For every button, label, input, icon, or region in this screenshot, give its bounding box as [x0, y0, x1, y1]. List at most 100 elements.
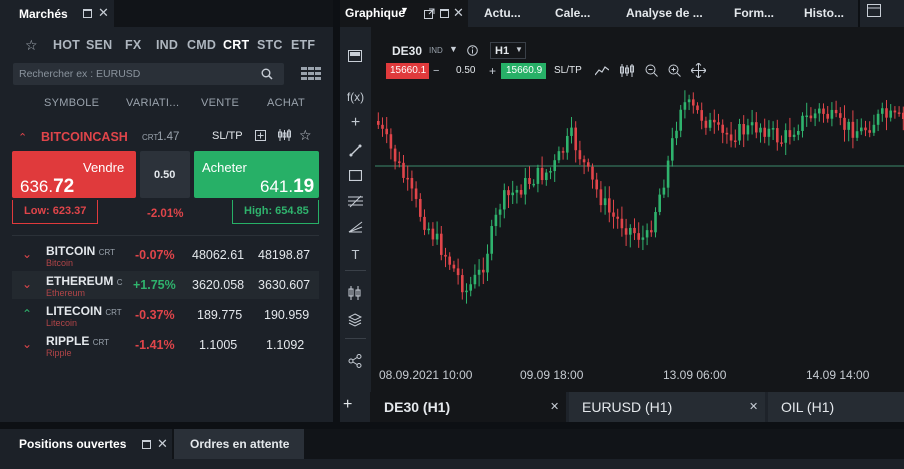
- candle: [645, 230, 649, 238]
- window-icon[interactable]: [440, 9, 449, 18]
- candle: [511, 192, 514, 196]
- candle: [389, 134, 393, 149]
- candle: [595, 179, 598, 190]
- fan-icon[interactable]: [348, 220, 363, 233]
- grid-view-icon[interactable]: [301, 67, 321, 81]
- row-buy[interactable]: 1.1092: [266, 338, 304, 352]
- column-buy[interactable]: ACHAT: [267, 97, 305, 109]
- close-icon[interactable]: ✕: [157, 437, 168, 450]
- row-sell[interactable]: 3620.058: [192, 278, 244, 292]
- favorite-star-icon[interactable]: ☆: [299, 127, 312, 144]
- candles-icon[interactable]: [278, 129, 291, 141]
- layers-icon[interactable]: [348, 313, 362, 327]
- popout-icon[interactable]: [424, 8, 435, 19]
- row-tag: CRT: [105, 308, 122, 317]
- category-stc[interactable]: STC: [257, 38, 283, 52]
- chart-tab-eurusd[interactable]: EURUSD (H1) ✕: [569, 392, 765, 422]
- buy-button[interactable]: Acheter 641.19: [194, 151, 319, 198]
- candles-icon[interactable]: [348, 286, 362, 300]
- tab-open-positions[interactable]: Positions ouvertes ✕: [0, 429, 172, 459]
- chart-tab-active[interactable]: Graphique ▼ ✕: [340, 0, 468, 27]
- category-sen[interactable]: SEN: [86, 38, 112, 52]
- row-buy[interactable]: 190.959: [264, 308, 309, 322]
- close-icon[interactable]: ✕: [550, 401, 559, 414]
- candle: [818, 108, 821, 114]
- candle: [553, 160, 556, 172]
- tab-history[interactable]: Histo...: [804, 6, 844, 20]
- list-item[interactable]: ⌄ ETHEREUM C Ethereum +1.75% 3620.058 36…: [12, 271, 319, 299]
- candle: [545, 172, 548, 181]
- chart-tab-de30[interactable]: DE30 (H1) ✕: [370, 392, 566, 422]
- collapse-chevron-icon[interactable]: ⌃: [18, 131, 27, 144]
- tab-calendar[interactable]: Cale...: [555, 6, 590, 20]
- row-sell[interactable]: 48062.61: [192, 248, 244, 262]
- panel-icon[interactable]: [348, 50, 362, 62]
- toolbar-divider: [345, 338, 366, 339]
- tab-pending-orders[interactable]: Ordres en attente: [174, 429, 304, 459]
- candlestick-chart[interactable]: [375, 41, 904, 362]
- tab-formation[interactable]: Form...: [734, 6, 774, 20]
- sell-button[interactable]: Vendre 636.72: [12, 151, 136, 198]
- candle: [855, 131, 859, 138]
- row-sell[interactable]: 1.1005: [199, 338, 237, 352]
- chart-tab-oil[interactable]: OIL (H1): [768, 392, 904, 422]
- layout-icon[interactable]: [867, 4, 881, 17]
- candle: [616, 216, 619, 219]
- search-input[interactable]: [19, 63, 259, 85]
- add-chart-icon[interactable]: +: [343, 396, 352, 414]
- category-cmd[interactable]: CMD: [187, 38, 216, 52]
- candle: [813, 113, 817, 119]
- text-tool-icon[interactable]: T: [340, 247, 371, 262]
- column-symbol[interactable]: SYMBOLE: [44, 97, 99, 109]
- high-box: High: 654.85: [232, 200, 319, 224]
- row-sub: Litecoin: [46, 318, 78, 328]
- fx-icon[interactable]: f(x): [340, 90, 371, 104]
- candle: [528, 178, 531, 184]
- star-icon[interactable]: ☆: [25, 37, 38, 54]
- list-item[interactable]: ⌄ BITCOIN CRT Bitcoin -0.07% 48062.61 48…: [12, 241, 319, 269]
- window-icon[interactable]: [83, 9, 92, 18]
- tab-news[interactable]: Actu...: [484, 6, 521, 20]
- category-crt[interactable]: CRT: [223, 38, 249, 52]
- row-buy[interactable]: 3630.607: [258, 278, 310, 292]
- list-item[interactable]: ⌄ RIPPLE CRT Ripple -1.41% 1.1005 1.1092: [12, 331, 319, 359]
- close-icon[interactable]: ✕: [749, 401, 758, 414]
- markets-tab[interactable]: Marchés: [0, 0, 114, 27]
- selected-sltp[interactable]: SL/TP: [212, 130, 243, 142]
- share-icon[interactable]: [348, 354, 362, 368]
- category-fx[interactable]: FX: [125, 38, 141, 52]
- chevron-up-icon: ⌃: [22, 307, 33, 321]
- rectangle-icon[interactable]: [349, 170, 362, 181]
- row-buy[interactable]: 48198.87: [258, 248, 310, 262]
- chevron-down-icon: ⌄: [22, 337, 33, 351]
- fibonacci-icon[interactable]: [348, 195, 363, 208]
- row-sell[interactable]: 189.775: [197, 308, 242, 322]
- category-etf[interactable]: ETF: [291, 38, 315, 52]
- candle: [524, 178, 527, 195]
- tab-analysis[interactable]: Analyse de ...: [626, 6, 703, 20]
- candle: [809, 115, 813, 119]
- candle: [406, 177, 409, 180]
- list-item[interactable]: ⌃ LITECOIN CRT Litecoin -0.37% 189.775 1…: [12, 301, 319, 329]
- candle: [519, 189, 523, 195]
- close-icon[interactable]: ✕: [453, 6, 464, 19]
- candle: [629, 227, 632, 235]
- row-sub: Ripple: [46, 348, 72, 358]
- chevron-down-icon: ⌄: [22, 247, 33, 261]
- category-hot[interactable]: HOT: [53, 38, 80, 52]
- window-icon[interactable]: [142, 440, 151, 449]
- candle: [398, 161, 401, 163]
- category-ind[interactable]: IND: [156, 38, 178, 52]
- close-icon[interactable]: ✕: [98, 6, 109, 19]
- candle: [750, 122, 754, 126]
- crosshair-icon[interactable]: +: [340, 114, 371, 132]
- caret-down-icon[interactable]: ▼: [400, 5, 409, 15]
- candle: [557, 151, 561, 161]
- candle: [666, 160, 670, 188]
- trendline-icon[interactable]: [349, 144, 362, 157]
- add-icon[interactable]: [255, 130, 266, 141]
- search-icon[interactable]: [261, 68, 273, 80]
- candle: [444, 254, 447, 257]
- column-variation[interactable]: VARIATI...: [126, 97, 179, 109]
- column-sell[interactable]: VENTE: [201, 97, 239, 109]
